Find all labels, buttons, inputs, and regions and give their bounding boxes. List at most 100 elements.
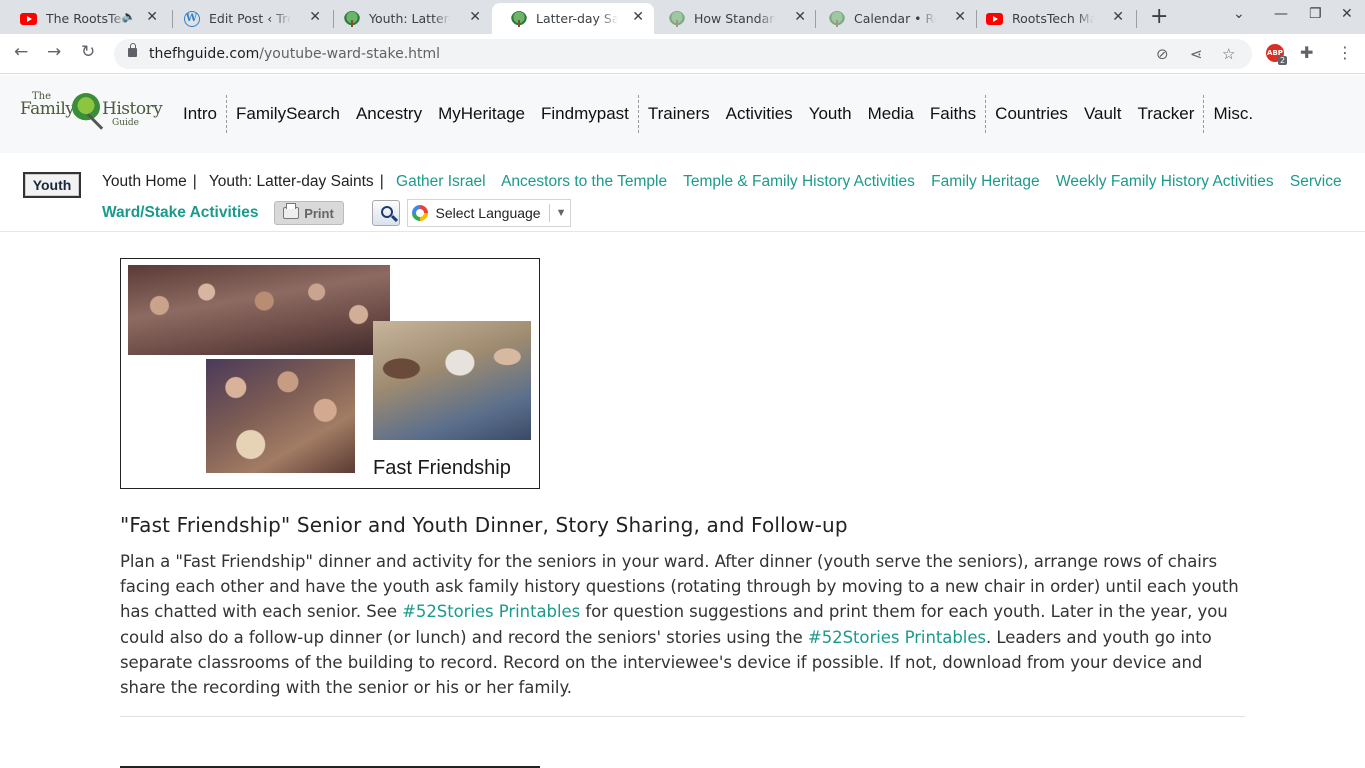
nav-faiths[interactable]: Faiths — [922, 104, 984, 124]
nav-vault[interactable]: Vault — [1076, 104, 1130, 124]
extension-badge-count: 2 — [1278, 56, 1288, 65]
youth-section-button[interactable]: Youth — [23, 172, 81, 198]
eye-slash-icon[interactable]: ⊘ — [1156, 45, 1169, 63]
main-navigation: Intro FamilySearch Ancestry MyHeritage F… — [175, 95, 1261, 133]
photo-senior-conversation — [373, 321, 531, 440]
tab-close-icon[interactable]: ✕ — [954, 9, 966, 25]
tab-close-icon[interactable]: ✕ — [146, 9, 158, 25]
nav-activities[interactable]: Activities — [718, 104, 801, 124]
tab-title: Edit Post ‹ Tree of — [209, 11, 291, 26]
window-close-icon[interactable]: ✕ — [1341, 6, 1353, 22]
lock-icon[interactable] — [128, 43, 137, 57]
nav-countries[interactable]: Countries — [987, 104, 1076, 124]
url-text[interactable]: thefhguide.com/youtube-ward-stake.html — [149, 46, 440, 62]
link-ancestors-to-temple[interactable]: Ancestors to the Temple — [501, 173, 667, 190]
tab-close-icon[interactable]: ✕ — [309, 9, 321, 25]
link-family-heritage[interactable]: Family Heritage — [931, 173, 1040, 190]
forward-arrow-icon[interactable]: → — [47, 42, 61, 62]
tab-search-chevron-icon[interactable]: ⌄ — [1233, 6, 1245, 22]
bookmark-star-icon[interactable]: ☆ — [1222, 45, 1235, 63]
nav-misc[interactable]: Misc. — [1205, 104, 1261, 124]
tab-latter-day-saint-active[interactable]: Latter-day Saint ✕ — [492, 3, 654, 34]
subnav-links-row: Youth Home | Youth: Latter-day Saints | Ga… — [102, 173, 1354, 191]
restore-icon[interactable]: ❐ — [1309, 6, 1322, 22]
pipe-separator: | — [379, 173, 384, 190]
language-select[interactable]: Select Language ▼ — [406, 199, 571, 227]
language-select-label: Select Language — [435, 205, 541, 221]
youtube-icon — [20, 10, 37, 27]
tab-title: Latter-day Saint — [536, 11, 618, 26]
52stories-printables-link[interactable]: #52Stories Printables — [808, 628, 986, 647]
google-icon — [411, 205, 428, 221]
fast-friendship-image: Fast Friendship — [120, 258, 540, 489]
tab-title: How Standardize — [694, 11, 776, 26]
back-arrow-icon[interactable]: ← — [14, 42, 28, 62]
tab-title: Youth: Latter-day — [369, 11, 451, 26]
nav-myheritage[interactable]: MyHeritage — [430, 104, 533, 124]
52stories-printables-link[interactable]: #52Stories Printables — [402, 602, 580, 621]
tab-how-standardize[interactable]: How Standardize ✕ — [650, 3, 816, 34]
nav-separator — [226, 95, 228, 133]
nav-findmypast[interactable]: Findmypast — [533, 104, 637, 124]
site-search-button[interactable] — [371, 200, 400, 226]
tab-close-icon[interactable]: ✕ — [632, 9, 644, 25]
activity-description: Plan a "Fast Friendship" dinner and acti… — [120, 549, 1250, 700]
tab-edit-post[interactable]: W Edit Post ‹ Tree of ✕ — [165, 3, 331, 34]
link-gather-israel[interactable]: Gather Israel — [396, 173, 486, 190]
tab-rootstech-youtube[interactable]: The RootsTech 🔈 ✕ — [2, 3, 168, 34]
minimize-icon[interactable]: — — [1274, 6, 1288, 22]
activity-heading: "Fast Friendship" Senior and Youth Dinne… — [120, 513, 848, 537]
tab-title: RootsTech Main — [1012, 11, 1094, 26]
nav-separator — [985, 95, 987, 133]
photo-seated-youth — [128, 265, 390, 355]
new-tab-button[interactable]: + — [1150, 4, 1168, 29]
printer-icon — [283, 203, 300, 219]
nav-intro[interactable]: Intro — [175, 104, 225, 124]
address-bar[interactable]: thefhguide.com/youtube-ward-stake.html ⊘… — [114, 39, 1252, 69]
youth-home-link[interactable]: Youth Home — [102, 173, 187, 190]
select-divider — [548, 204, 550, 222]
share-icon[interactable]: ⋖ — [1190, 45, 1203, 63]
tab-close-icon[interactable]: ✕ — [1112, 9, 1124, 25]
tree-icon — [343, 10, 360, 27]
photo-youth-and-seniors-talking — [206, 359, 355, 473]
browser-tab-strip: The RootsTech 🔈 ✕ W Edit Post ‹ Tree of … — [0, 0, 1365, 34]
tab-title: The RootsTech — [46, 11, 128, 26]
nav-trainers[interactable]: Trainers — [640, 104, 718, 124]
tree-icon — [668, 10, 685, 27]
reload-icon[interactable]: ↻ — [81, 42, 95, 62]
tab-close-icon[interactable]: ✕ — [469, 9, 481, 25]
wordpress-icon: W — [183, 10, 200, 27]
pipe-separator: | — [192, 173, 197, 190]
nav-media[interactable]: Media — [860, 104, 922, 124]
browser-menu-icon[interactable]: ⋮ — [1337, 43, 1353, 62]
tab-youth-lds[interactable]: Youth: Latter-day ✕ — [325, 3, 491, 34]
nav-separator — [637, 95, 639, 133]
tab-calendar-rootstech[interactable]: Calendar • Roots ✕ — [810, 3, 976, 34]
speaker-muted-icon[interactable]: 🔈 — [122, 10, 136, 23]
section-divider — [120, 716, 1245, 717]
site-logo[interactable]: The Family History Guide — [20, 91, 163, 137]
nav-tracker[interactable]: Tracker — [1129, 104, 1202, 124]
nav-ancestry[interactable]: Ancestry — [348, 104, 430, 124]
browser-toolbar: ← → ↻ thefhguide.com/youtube-ward-stake.… — [0, 34, 1365, 74]
site-header: The Family History Guide Intro FamilySea… — [0, 75, 1365, 153]
tab-title: Calendar • Roots — [854, 11, 936, 26]
extensions-puzzle-icon[interactable]: ✚ — [1300, 43, 1313, 62]
current-page-label: Youth: Latter-day Saints — [208, 173, 374, 190]
image-caption: Fast Friendship — [373, 457, 511, 479]
link-weekly-fh-activities[interactable]: Weekly Family History Activities — [1056, 173, 1274, 190]
logo-text: Guide — [112, 118, 139, 128]
tab-rootstech-main[interactable]: RootsTech Main ✕ — [968, 3, 1134, 34]
tab-close-icon[interactable]: ✕ — [794, 9, 806, 25]
nav-youth[interactable]: Youth — [801, 104, 860, 124]
link-temple-fh-activities[interactable]: Temple & Family History Activities — [683, 173, 915, 190]
link-service[interactable]: Service — [1290, 173, 1342, 190]
dropdown-arrow-icon: ▼ — [555, 207, 567, 219]
sub-navigation: Youth Youth Home | Youth: Latter-day Sain… — [0, 153, 1365, 232]
print-button[interactable]: Print — [273, 201, 344, 225]
logo-text: Family — [20, 99, 75, 119]
link-ward-stake-activities[interactable]: Ward/Stake Activities — [102, 204, 259, 222]
tree-icon — [828, 10, 845, 27]
nav-familysearch[interactable]: FamilySearch — [228, 104, 348, 124]
